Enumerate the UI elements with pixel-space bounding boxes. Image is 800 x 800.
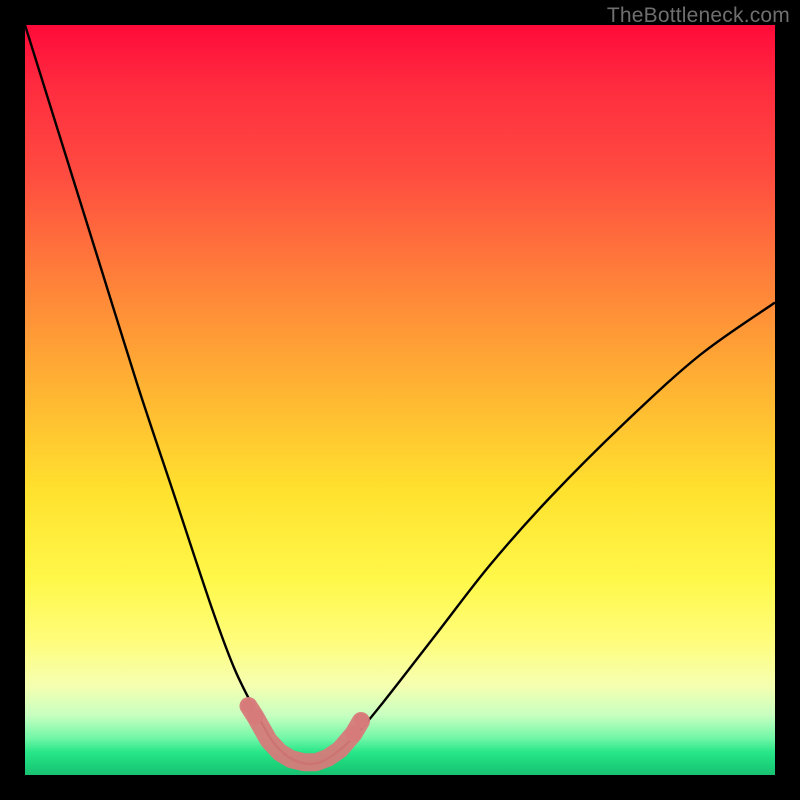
watermark-text: TheBottleneck.com [607,4,790,28]
bottleneck-curve [25,25,775,764]
marker-dot [346,726,362,742]
marker-dot [354,714,368,728]
chart-frame: TheBottleneck.com [0,0,800,800]
marker-capsule [249,706,362,762]
marker-group [242,699,369,762]
chart-svg [25,25,775,775]
plot-area [25,25,775,775]
marker-dot [247,709,263,725]
curve-group [25,25,775,764]
